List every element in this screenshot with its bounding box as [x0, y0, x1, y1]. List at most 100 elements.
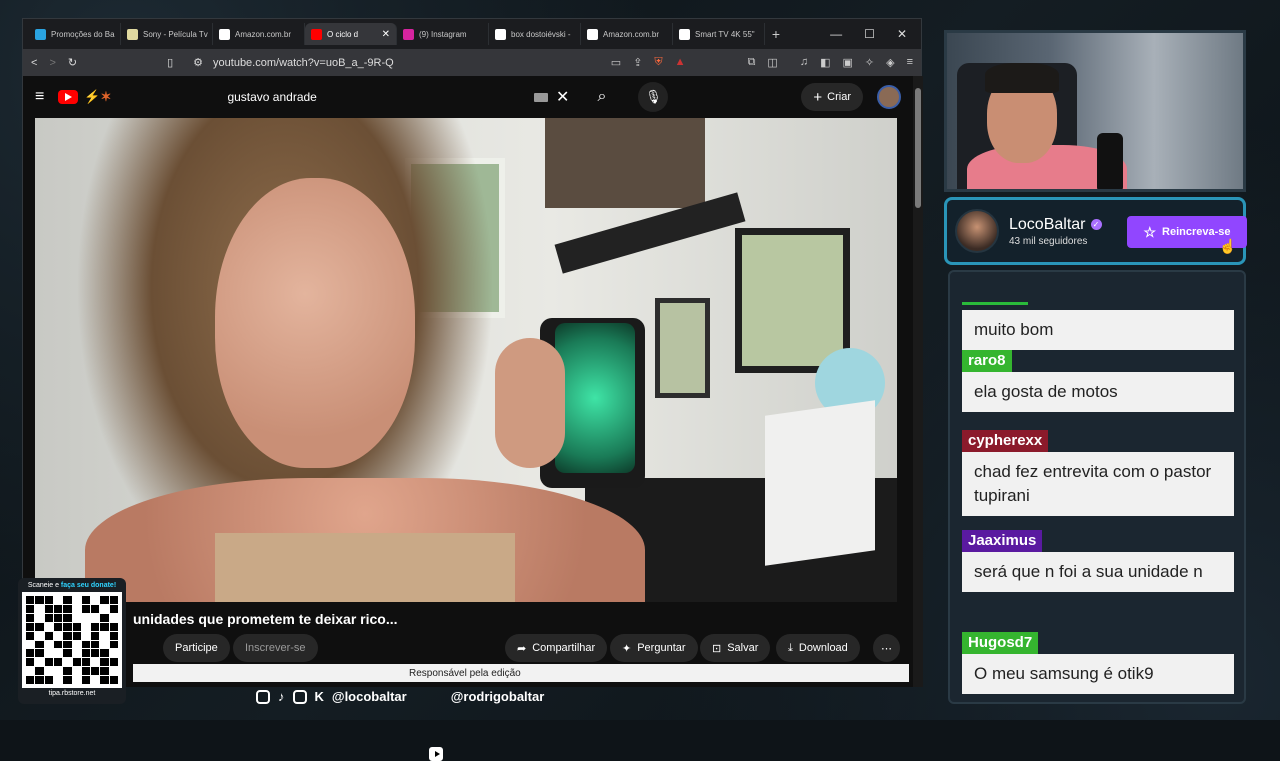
tab-3[interactable]: O ciclo d ✕: [305, 23, 397, 45]
url-field[interactable]: ⚙ youtube.com/watch?v=uoB_a_-9R-Q: [185, 53, 599, 73]
browser-window: Promoções do Ba Sony - Película Tv Amazon.…: [22, 18, 923, 687]
screenshot-icon[interactable]: ◫: [767, 56, 777, 69]
qr-module: [91, 604, 100, 613]
account-avatar[interactable]: [877, 85, 901, 109]
clear-search-icon[interactable]: ✕: [556, 87, 569, 107]
video-player[interactable]: [35, 118, 897, 602]
qr-module: [35, 649, 44, 658]
tab-1[interactable]: Sony - Película Tv: [121, 23, 213, 45]
tab-6[interactable]: Amazon.com.br: [581, 23, 673, 45]
qr-module: [81, 676, 91, 684]
qr-module: [100, 649, 109, 658]
twitch-icon: [292, 689, 307, 704]
keyboard-icon[interactable]: [534, 92, 549, 102]
qr-module: [72, 631, 81, 640]
minimize-icon[interactable]: —: [830, 27, 842, 41]
qr-module: [26, 613, 35, 622]
qr-module: [63, 622, 72, 631]
chat-message: cypherexx chad fez entrevita com o pastor…: [962, 430, 1234, 516]
qr-module: [91, 622, 100, 631]
chat-text: será que n foi a sua unidade n: [962, 552, 1234, 592]
qr-module: [109, 604, 118, 613]
globe-icon: [127, 28, 138, 40]
tab-4[interactable]: (9) Instagram: [397, 23, 489, 45]
chat-text: ela gosta de motos: [962, 372, 1234, 412]
qr-module: [35, 667, 44, 676]
more-options-button[interactable]: ⋯: [873, 634, 900, 662]
tab-7[interactable]: Smart TV 4K 55": [673, 23, 765, 45]
qr-module: [35, 631, 44, 640]
qr-module: [44, 596, 53, 604]
close-window-icon[interactable]: ✕: [897, 27, 907, 41]
chat-overlay: muito bom raro8 ela gosta de motos cypherex…: [948, 270, 1246, 704]
qr-module: [53, 604, 63, 613]
brave-rewards-icon[interactable]: ▲: [675, 56, 686, 69]
qr-module: [109, 667, 118, 676]
new-tab-button[interactable]: +: [765, 26, 787, 42]
qr-module: [26, 622, 35, 631]
qr-module: [72, 658, 81, 667]
subscribe-button[interactable]: Inscrever-se: [233, 634, 318, 662]
share-icon[interactable]: ⇪: [633, 56, 642, 69]
vpn-icon[interactable]: ◈: [886, 56, 894, 69]
save-button[interactable]: ⊡ Salvar: [700, 634, 771, 662]
sidebar-icon[interactable]: ◧: [820, 56, 830, 69]
qr-module: [26, 658, 35, 667]
qr-module: [100, 640, 109, 649]
bookmark-icon[interactable]: ▯: [167, 56, 173, 69]
video-shelf: [545, 118, 705, 208]
create-button[interactable]: + Criar: [801, 83, 863, 111]
qr-module: [44, 613, 53, 622]
tab-0[interactable]: Promoções do Ba: [29, 23, 121, 45]
tab-label: (9) Instagram: [419, 29, 467, 39]
maximize-icon[interactable]: ☐: [864, 27, 875, 41]
media-icon[interactable]: ♫: [800, 56, 808, 69]
search-box[interactable]: gustavo andrade ✕: [213, 82, 583, 112]
cast-icon[interactable]: ▭: [611, 56, 621, 69]
qr-module: [35, 640, 44, 649]
close-tab-icon[interactable]: ✕: [382, 29, 390, 40]
brave-shield-icon[interactable]: ⛨: [654, 56, 662, 69]
youtube-logo[interactable]: ⚡✶: [58, 89, 111, 105]
search-icon[interactable]: ⌕: [597, 88, 606, 106]
social-bar: ♪ K @locobaltar @rodrigobaltar: [256, 689, 544, 761]
tab-5[interactable]: box dostoiévski -: [489, 23, 581, 45]
menu-icon[interactable]: ≡: [907, 56, 913, 69]
forward-icon[interactable]: >: [49, 57, 55, 69]
page-scrollbar[interactable]: [913, 76, 923, 687]
reload-icon[interactable]: ↻: [68, 56, 77, 69]
qr-module: [53, 667, 63, 676]
qr-module: [44, 649, 53, 658]
qr-module: [81, 631, 91, 640]
voice-search-icon[interactable]: 🎙: [638, 82, 669, 112]
chat-username: cypherexx: [962, 430, 1049, 452]
chat-username: raro8: [962, 350, 1012, 372]
ask-button[interactable]: ✦ Perguntar: [610, 634, 698, 662]
share-button[interactable]: ➦ Compartilhar: [505, 634, 608, 662]
extensions-icon[interactable]: ⧉: [748, 56, 756, 69]
chat-text: muito bom: [962, 310, 1234, 350]
qr-module: [35, 658, 44, 667]
tab-label: Amazon.com.br: [603, 29, 660, 39]
qr-module: [81, 596, 91, 604]
kick-icon: K: [314, 689, 324, 704]
tab-label: Smart TV 4K 55": [695, 29, 755, 39]
qr-module: [44, 658, 53, 667]
amazon-icon: [219, 28, 230, 40]
site-info-icon[interactable]: ⚙: [193, 56, 203, 69]
wallet-icon[interactable]: ▣: [842, 56, 852, 69]
search-input[interactable]: gustavo andrade: [227, 90, 316, 104]
qr-module: [44, 622, 53, 631]
amazon-icon: [587, 28, 598, 40]
leo-ai-icon[interactable]: ✧: [865, 56, 874, 69]
tab-2[interactable]: Amazon.com.br: [213, 23, 305, 45]
qr-module: [63, 613, 72, 622]
scrollbar-thumb[interactable]: [915, 88, 921, 208]
join-button[interactable]: Participe: [163, 634, 230, 662]
video-title: unidades que prometem te deixar rico...: [133, 611, 398, 627]
amazon-icon: [679, 28, 690, 40]
hamburger-menu-icon[interactable]: ≡: [35, 88, 44, 106]
download-button[interactable]: ⤓ Download: [776, 634, 860, 662]
back-icon[interactable]: <: [31, 57, 37, 69]
qr-module: [72, 640, 81, 649]
